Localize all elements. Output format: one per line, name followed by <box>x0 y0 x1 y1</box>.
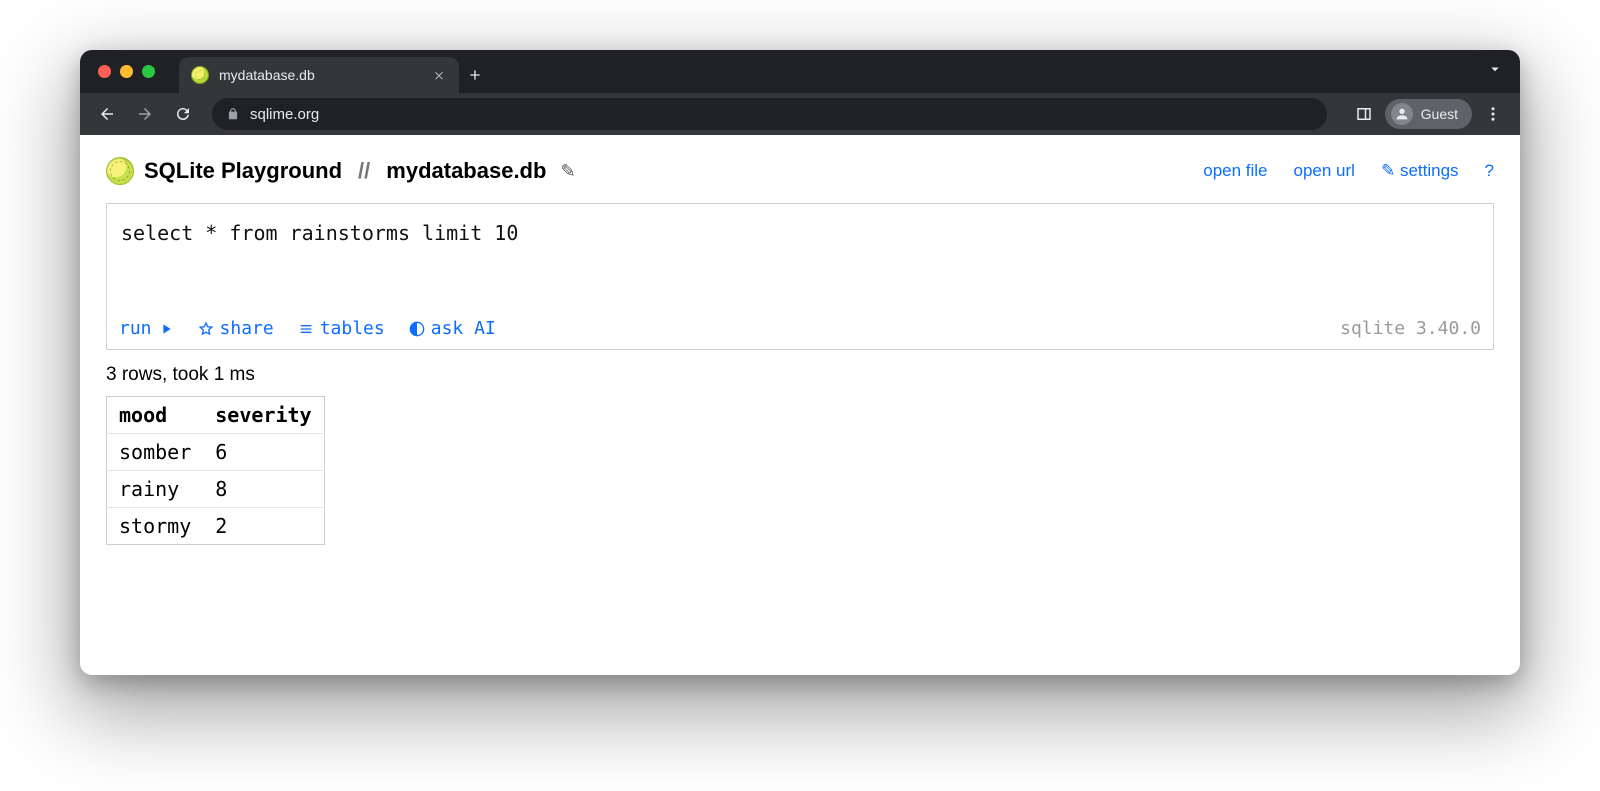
table-cell: 6 <box>203 434 324 471</box>
sqlite-version: sqlite 3.40.0 <box>1340 318 1481 339</box>
table-row: rainy8 <box>107 471 325 508</box>
share-button[interactable]: share <box>198 318 274 339</box>
close-icon <box>433 69 445 81</box>
window-zoom-button[interactable] <box>142 65 155 78</box>
table-row: stormy2 <box>107 508 325 545</box>
window-controls <box>98 65 155 78</box>
page-title: SQLite Playground <box>144 158 342 184</box>
table-cell: stormy <box>107 508 204 545</box>
table-cell: rainy <box>107 471 204 508</box>
open-url-link[interactable]: open url <box>1294 161 1355 181</box>
back-button[interactable] <box>90 97 124 131</box>
open-file-link[interactable]: open file <box>1203 161 1267 181</box>
database-name: mydatabase.db <box>386 158 546 184</box>
browser-toolbar: sqlime.org Guest <box>80 93 1520 135</box>
results-table: moodseverity somber6rainy8stormy2 <box>106 396 325 545</box>
page-header: SQLite Playground // mydatabase.db ✎ ope… <box>106 157 1494 185</box>
help-link[interactable]: ? <box>1485 161 1494 181</box>
list-icon <box>298 321 314 337</box>
toolbar-right: Guest <box>1347 97 1510 131</box>
sql-editor: run share tables ask AI sqlite 3.40.0 <box>106 203 1494 350</box>
table-header-row: moodseverity <box>107 397 325 434</box>
star-outline-icon <box>198 321 214 337</box>
ask-ai-label: ask AI <box>431 318 496 339</box>
tab-overview-button[interactable] <box>1486 60 1504 83</box>
circle-half-icon <box>409 321 425 337</box>
settings-link[interactable]: ✎ settings <box>1381 161 1459 181</box>
sql-input[interactable] <box>107 204 1493 314</box>
browser-tab[interactable]: mydatabase.db <box>179 57 459 93</box>
tab-close-button[interactable] <box>431 67 447 83</box>
forward-button[interactable] <box>128 97 162 131</box>
tab-favicon-icon <box>191 66 209 84</box>
avatar <box>1391 103 1413 125</box>
header-links: open file open url ✎ settings ? <box>1203 161 1494 181</box>
arrow-left-icon <box>98 105 116 123</box>
query-status: 3 rows, took 1 ms <box>106 364 1494 386</box>
table-cell: 8 <box>203 471 324 508</box>
address-bar[interactable]: sqlime.org <box>212 98 1327 130</box>
run-label: run <box>119 318 152 339</box>
plus-icon <box>467 67 483 83</box>
tables-label: tables <box>320 318 385 339</box>
lock-icon <box>226 107 240 121</box>
titlebar: mydatabase.db <box>80 50 1520 93</box>
run-button[interactable]: run <box>119 318 174 339</box>
arrow-right-icon <box>136 105 154 123</box>
table-row: somber6 <box>107 434 325 471</box>
new-tab-button[interactable] <box>459 57 491 93</box>
ask-ai-button[interactable]: ask AI <box>409 318 496 339</box>
profile-button[interactable]: Guest <box>1385 99 1472 129</box>
tab-title: mydatabase.db <box>219 67 315 83</box>
rename-database-button[interactable]: ✎ <box>560 161 575 182</box>
editor-toolbar: run share tables ask AI sqlite 3.40.0 <box>107 318 1493 349</box>
browser-window: mydatabase.db sqlime.org <box>80 50 1520 675</box>
share-label: share <box>220 318 274 339</box>
chevron-down-icon <box>1486 60 1504 78</box>
title-separator: // <box>352 158 376 184</box>
pencil-icon: ✎ <box>1381 161 1395 180</box>
table-cell: somber <box>107 434 204 471</box>
window-minimize-button[interactable] <box>120 65 133 78</box>
settings-label: settings <box>1400 161 1459 180</box>
window-close-button[interactable] <box>98 65 111 78</box>
reload-button[interactable] <box>166 97 200 131</box>
reload-icon <box>174 105 192 123</box>
profile-label: Guest <box>1421 106 1458 122</box>
column-header: mood <box>107 397 204 434</box>
play-icon <box>158 321 174 337</box>
brand-logo-icon <box>106 157 134 185</box>
person-icon <box>1394 106 1410 122</box>
page-content: SQLite Playground // mydatabase.db ✎ ope… <box>80 135 1520 571</box>
panel-icon <box>1355 105 1373 123</box>
column-header: severity <box>203 397 324 434</box>
menu-button[interactable] <box>1476 97 1510 131</box>
kebab-icon <box>1484 105 1502 123</box>
side-panel-button[interactable] <box>1347 97 1381 131</box>
url-text: sqlime.org <box>250 106 319 123</box>
table-cell: 2 <box>203 508 324 545</box>
tables-button[interactable]: tables <box>298 318 385 339</box>
